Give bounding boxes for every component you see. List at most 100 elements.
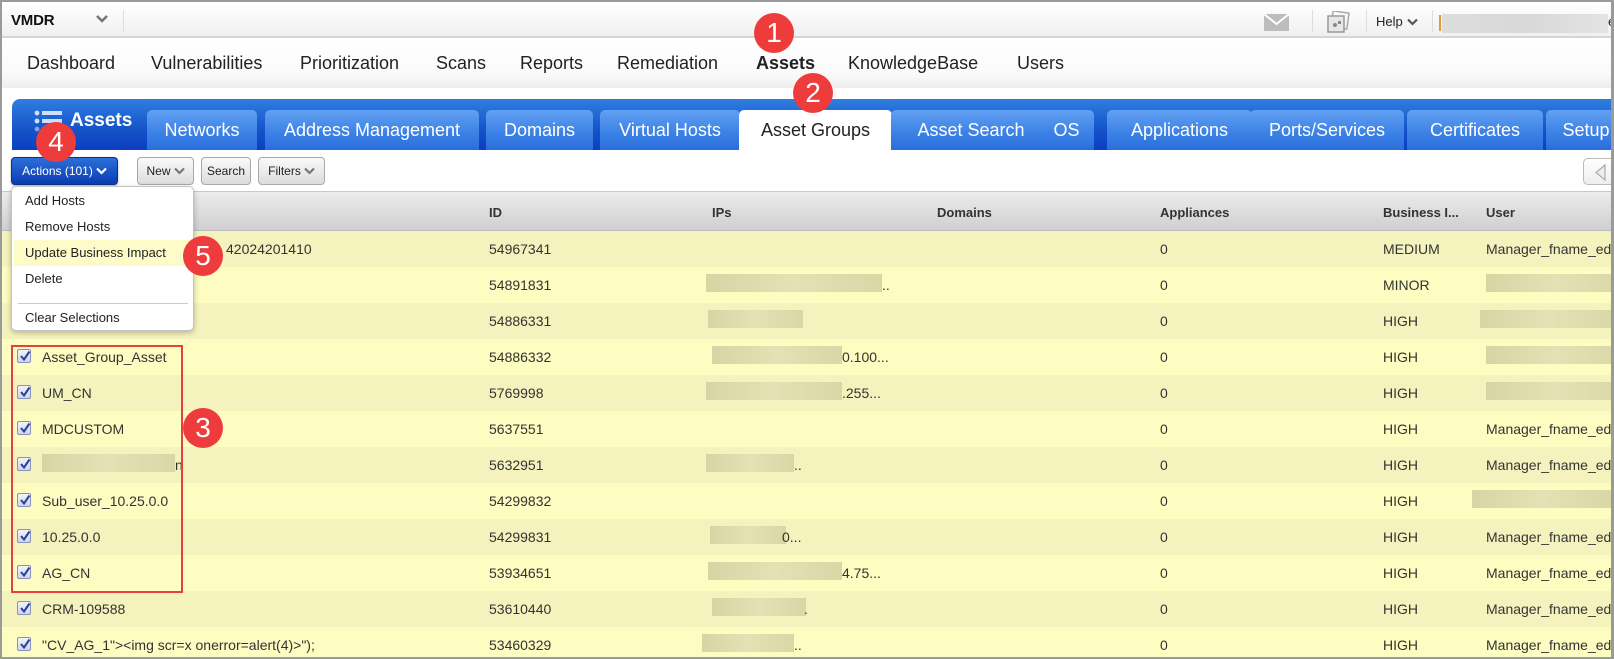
nav-scans[interactable]: Scans <box>436 53 486 74</box>
scroll-left-button[interactable] <box>1583 158 1611 185</box>
menu-item-add-hosts[interactable]: Add Hosts <box>14 188 191 214</box>
nav-knowledgebase[interactable]: KnowledgeBase <box>848 53 978 74</box>
cell-appliances: 0 <box>1160 277 1168 293</box>
actions-button[interactable]: Actions (101) <box>11 157 118 185</box>
cell-id: 5769998 <box>489 385 544 401</box>
row-checkbox[interactable] <box>17 601 31 615</box>
asset-group-title[interactable]: 42024201410 <box>226 241 312 257</box>
column-appliances[interactable]: Appliances <box>1160 205 1229 220</box>
row-checkbox[interactable] <box>17 637 31 651</box>
tab-label: Applications <box>1130 119 1229 140</box>
asset-group-title[interactable]: "CV_AG_1"><img scr=x onerror=alert(4)>")… <box>42 637 315 653</box>
menu-item-remove-hosts[interactable]: Remove Hosts <box>14 214 191 240</box>
cell-ips: .. <box>794 457 802 473</box>
nav-vulnerabilities[interactable]: Vulnerabilities <box>151 53 262 74</box>
tab-address-management[interactable]: Address Management <box>265 110 479 150</box>
tab-asset-groups[interactable]: Asset Groups <box>739 110 892 150</box>
cell-id: 54891831 <box>489 277 552 293</box>
app-selector[interactable]: VMDR <box>11 12 55 29</box>
chevron-down-icon <box>304 167 315 175</box>
table-row[interactable]: MDCUSTOM 5637551 0 HIGH Manager_fname_ed <box>2 411 1611 447</box>
cell-business-impact: HIGH <box>1383 349 1418 365</box>
menu-item-delete[interactable]: Delete <box>14 266 191 292</box>
column-user[interactable]: User <box>1486 205 1515 220</box>
asset-groups-table: ID IPs Domains Appliances Business I... … <box>2 191 1611 657</box>
cell-business-impact: HIGH <box>1383 457 1418 473</box>
cell-id: 54886331 <box>489 313 552 329</box>
tab-label: Asset Groups <box>760 119 871 140</box>
column-id[interactable]: ID <box>489 205 502 220</box>
tab-networks[interactable]: Networks <box>147 110 257 150</box>
help-label: Help <box>1376 14 1403 29</box>
checkmark-icon <box>20 602 31 614</box>
table-row[interactable]: 10.25.0.0 54299831 0... 0 HIGH Manager_fname_… <box>2 519 1611 555</box>
menu-item-update-business-impact[interactable]: Update Business Impact <box>14 240 191 266</box>
cell-business-impact: MEDIUM <box>1383 241 1440 257</box>
gallery-icon[interactable] <box>1326 11 1350 33</box>
checkmark-icon <box>20 638 31 650</box>
menu-item-clear-selections[interactable]: Clear Selections <box>14 305 191 331</box>
tab-os[interactable]: OS <box>1039 110 1094 150</box>
tab-certificates[interactable]: Certificates <box>1407 110 1543 150</box>
column-business-impact[interactable]: Business I... <box>1383 205 1459 220</box>
section-title-label: Assets <box>70 110 133 131</box>
tab-applications[interactable]: Applications <box>1107 110 1252 150</box>
cell-ips: . <box>804 601 808 617</box>
cell-id: 54886332 <box>489 349 552 365</box>
help-menu[interactable]: Help <box>1376 14 1418 29</box>
tab-ports-services[interactable]: Ports/Services <box>1250 110 1404 150</box>
cell-id: 53460329 <box>489 637 552 653</box>
tab-virtual-hosts[interactable]: Virtual Hosts <box>600 110 740 150</box>
nav-reports[interactable]: Reports <box>520 53 583 74</box>
table-row[interactable]: Asset_Group_Asset 54886332 0.100... 0 HIGH <box>2 339 1611 375</box>
chevron-down-icon[interactable] <box>95 12 109 26</box>
table-row[interactable]: Sub_user_10.25.0.0 54299832 0 HIGH <box>2 483 1611 519</box>
annotation-badge: 4 <box>36 122 76 162</box>
new-button[interactable]: New <box>137 157 194 185</box>
cell-appliances: 0 <box>1160 457 1168 473</box>
cell-business-impact: HIGH <box>1383 565 1418 581</box>
divider <box>1432 10 1433 32</box>
tab-domains[interactable]: Domains <box>486 110 593 150</box>
nav-dashboard[interactable]: Dashboard <box>27 53 115 74</box>
chevron-down-icon <box>96 167 107 175</box>
table-row[interactable]: 54886331 0 HIGH <box>2 303 1611 339</box>
nav-prioritization[interactable]: Prioritization <box>300 53 399 74</box>
column-ips[interactable]: IPs <box>712 205 732 220</box>
annotation-badge: 2 <box>793 73 833 113</box>
redacted-user <box>1480 310 1611 328</box>
cell-business-impact: HIGH <box>1383 313 1418 329</box>
filters-button[interactable]: Filters <box>258 157 325 185</box>
table-row[interactable]: n 5632951.. 0 HIGH Manager_fname_ed <box>2 447 1611 483</box>
table-row[interactable]: "CV_AG_1"><img scr=x onerror=alert(4)>")… <box>2 627 1611 657</box>
nav-remediation[interactable]: Remediation <box>617 53 718 74</box>
cell-id: 5632951 <box>489 457 544 473</box>
nav-users[interactable]: Users <box>1017 53 1064 74</box>
table-row[interactable]: UM_CN 5769998.255... 0 HIGH <box>2 375 1611 411</box>
tab-setup[interactable]: Setup <box>1546 110 1611 150</box>
divider <box>1312 10 1313 32</box>
search-button[interactable]: Search <box>201 157 251 185</box>
tab-asset-search[interactable]: Asset Search <box>891 110 1051 150</box>
nav-assets[interactable]: Assets <box>756 53 815 74</box>
divider <box>1366 10 1367 32</box>
table-row[interactable]: 54891831.. 0 MINOR <box>2 267 1611 303</box>
user-menu-redacted[interactable] <box>1442 14 1608 33</box>
annotation-badge: 1 <box>754 13 794 53</box>
table-row[interactable]: CRM-109588 53610440. 0 HIGH Manager_fname_ed <box>2 591 1611 627</box>
chevron-down-icon <box>1406 18 1418 26</box>
cell-business-impact: HIGH <box>1383 601 1418 617</box>
cell-appliances: 0 <box>1160 385 1168 401</box>
cell-business-impact: HIGH <box>1383 421 1418 437</box>
cell-business-impact: HIGH <box>1383 637 1418 653</box>
mail-icon[interactable] <box>1264 14 1289 31</box>
cell-appliances: 0 <box>1160 313 1168 329</box>
cell-business-impact: HIGH <box>1383 385 1418 401</box>
asset-group-title[interactable]: CRM-109588 <box>42 601 125 617</box>
annotation-badge: 3 <box>183 408 223 448</box>
table-row[interactable]: 42024201410 54967341 0 MEDIUM Manager_fname_… <box>2 231 1611 267</box>
column-domains[interactable]: Domains <box>937 205 992 220</box>
cell-user: Manager_fname_ed <box>1486 421 1612 437</box>
cell-id: 5637551 <box>489 421 544 437</box>
table-row[interactable]: AG_CN 53934651 4.75... 0 HIGH Manager_fname_e… <box>2 555 1611 591</box>
